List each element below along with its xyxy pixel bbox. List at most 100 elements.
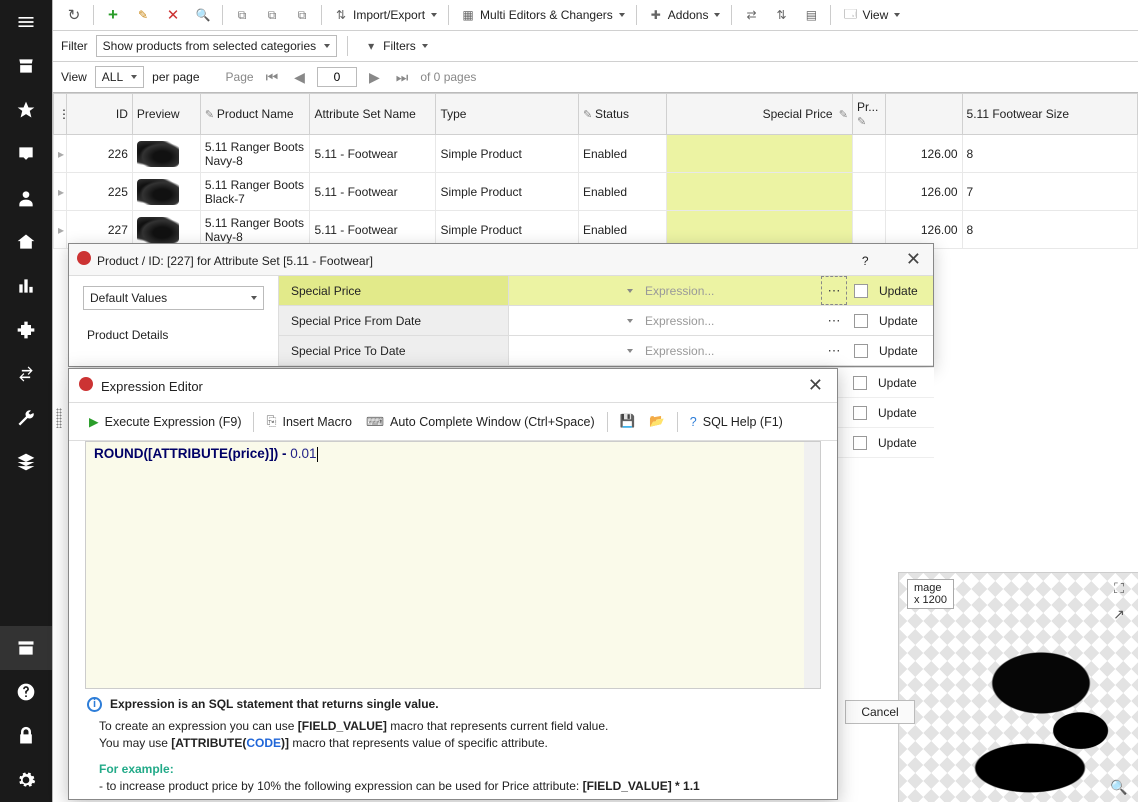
pager-prev[interactable]: ◀ [290,69,309,86]
attr-checkbox[interactable] [846,376,874,390]
rail-swap-icon[interactable] [0,352,52,396]
attr-row: Special Price To DateExpression...⋯Updat… [279,336,933,366]
insert-macro-button[interactable]: ⎘Insert Macro [262,411,355,432]
attr-update-button[interactable]: Update [875,314,933,328]
attr-checkbox[interactable] [846,406,874,420]
th-size[interactable]: 5.11 Footwear Size [962,94,1137,135]
rail-user-icon[interactable] [0,176,52,220]
copy3-button[interactable]: ⧉ [289,4,315,26]
attr-dropdown[interactable] [509,336,639,365]
rail-gear-icon[interactable] [0,758,52,802]
attr-browse-button[interactable]: ⋯ [821,336,847,365]
attr-update-button[interactable]: Update [874,376,932,390]
autocomplete-button[interactable]: ⌨Auto Complete Window (Ctrl+Space) [362,411,599,432]
filters-button[interactable]: ▾Filters [358,35,433,57]
resize-grip[interactable] [56,408,62,428]
multi-editors-button[interactable]: ▦Multi Editors & Changers [455,4,630,26]
perpage-select[interactable]: ALL [95,66,144,88]
default-values-combo[interactable]: Default Values [83,286,264,310]
attr-row: Special PriceExpression...⋯Update [279,276,933,306]
copy2-button[interactable]: ⧉ [259,4,285,26]
rail-menu-icon[interactable] [0,0,52,44]
left-rail [0,0,52,802]
th-aset[interactable]: Attribute Set Name [310,94,436,135]
th-name[interactable]: ✎Product Name [200,94,310,135]
rail-layers-icon[interactable] [0,440,52,484]
attr-expression-input[interactable]: Expression... [639,306,821,335]
rail-lock-icon[interactable] [0,714,52,758]
pager-last[interactable]: ⏭ [392,69,413,86]
add-button[interactable]: + [100,4,126,26]
edit-button[interactable]: ✎ [130,4,156,26]
panel-attrs: Special PriceExpression...⋯UpdateSpecial… [279,276,933,366]
th-preview[interactable]: Preview [132,94,200,135]
sort2-button[interactable]: ⇅ [768,4,794,26]
view-button[interactable]: 🗔View [837,4,905,26]
delete-button[interactable]: ✕ [160,4,186,26]
attr-browse-button[interactable]: ⋯ [821,306,847,335]
openexternal-icon[interactable]: ↗ [1110,605,1128,623]
attr-dropdown[interactable] [509,276,639,305]
attr-browse-button[interactable]: ⋯ [821,276,847,305]
import-export-button[interactable]: ⇅Import/Export [328,4,442,26]
attr-checkbox[interactable] [847,284,875,298]
attr-checkbox[interactable] [847,344,875,358]
copy1-button[interactable]: ⧉ [229,4,255,26]
th-type[interactable]: Type [436,94,578,135]
fullscreen-icon[interactable]: ⛶ [1110,579,1128,597]
cancel-button[interactable]: Cancel [845,700,915,724]
attr-checkbox[interactable] [847,314,875,328]
open-icon[interactable]: 📂 [645,411,669,432]
table-row[interactable]: ▸2255.11 Ranger Boots Black-75.11 - Foot… [54,173,1138,211]
rail-star-icon[interactable] [0,88,52,132]
filter-label: Filter [61,39,88,53]
th-marker[interactable]: ⋮ [54,94,67,135]
attr-dropdown[interactable] [509,306,639,335]
expression-input[interactable]: ROUND([ATTRIBUTE(price)]) - 0.01 [85,441,821,689]
refresh-button[interactable]: ↻ [61,4,87,26]
attr-row-extra: Update [838,398,934,428]
pager-first[interactable]: ⏮ [262,69,283,86]
th-pr[interactable]: Pr...✎ [852,94,885,135]
th-special-price[interactable]: Special Price ✎ [666,94,852,135]
attr-checkbox[interactable] [846,436,874,450]
th-id[interactable]: ID [67,94,133,135]
rail-wrench-icon[interactable] [0,396,52,440]
panel-close-button[interactable]: ✕ [902,249,925,269]
search-button[interactable]: 🔍 [190,4,216,26]
table-row[interactable]: ▸2265.11 Ranger Boots Navy-85.11 - Footw… [54,135,1138,173]
attr-update-button[interactable]: Update [874,436,932,450]
pager-page-input[interactable] [317,67,357,87]
rail-puzzle-icon[interactable] [0,308,52,352]
th-status[interactable]: ✎Status [578,94,666,135]
addons-button[interactable]: ✚Addons [643,4,726,26]
perpage-value: ALL [102,70,123,84]
product-details-label[interactable]: Product Details [83,324,264,346]
rail-store-icon[interactable] [0,44,52,88]
sort1-button[interactable]: ⇄ [738,4,764,26]
save-icon[interactable]: 💾 [616,411,640,432]
th-price[interactable] [885,94,962,135]
attr-update-button[interactable]: Update [875,344,933,358]
app-icon [77,251,91,265]
attr-update-button[interactable]: Update [874,406,932,420]
attr-expression-input[interactable]: Expression... [639,276,821,305]
expr-close-button[interactable]: ✕ [804,375,827,396]
scrollbar[interactable] [804,442,820,688]
pager-view: View [61,70,87,84]
filter-select[interactable]: Show products from selected categories [96,35,337,57]
preview-size-label: mage x 1200 [907,579,954,609]
pager-of: of 0 pages [420,70,476,84]
rail-help-icon[interactable] [0,670,52,714]
rail-home-icon[interactable] [0,220,52,264]
sort3-button[interactable]: ▤ [798,4,824,26]
panel-help-button[interactable]: ? [862,254,869,268]
rail-archive-icon[interactable] [0,626,52,670]
pager-next[interactable]: ▶ [365,69,384,86]
sql-help-button[interactable]: ?SQL Help (F1) [686,412,787,432]
rail-inbox-icon[interactable] [0,132,52,176]
rail-chart-icon[interactable] [0,264,52,308]
attr-update-button[interactable]: Update [875,284,933,298]
attr-expression-input[interactable]: Expression... [639,336,821,365]
execute-expression-button[interactable]: ▶Execute Expression (F9) [85,411,245,432]
